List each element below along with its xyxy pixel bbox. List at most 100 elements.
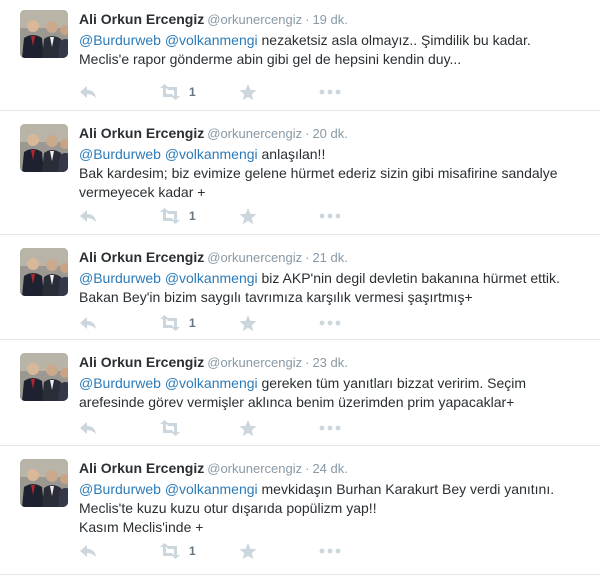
- tweet-timestamp[interactable]: 19 dk.: [312, 12, 347, 27]
- reply-button[interactable]: [79, 82, 97, 102]
- avatar[interactable]: [20, 10, 68, 58]
- tweet-header: Ali Orkun Ercengiz @orkunercengiz · 23 dk.: [79, 353, 348, 372]
- more-icon: [319, 320, 341, 326]
- tweet-timestamp[interactable]: 20 dk.: [312, 126, 347, 141]
- tweet[interactable]: Ali Orkun Ercengiz @orkunercengiz · 24 dk. …: [0, 449, 600, 575]
- author-username[interactable]: @orkunercengiz: [207, 461, 302, 476]
- tweet-actions: [79, 418, 379, 438]
- more-icon: [319, 89, 341, 95]
- author-fullname[interactable]: Ali Orkun Ercengiz: [79, 11, 204, 27]
- favorite-icon: [239, 83, 257, 101]
- tweet-header: Ali Orkun Ercengiz @orkunercengiz · 24 dk.: [79, 459, 348, 478]
- tweet-header: Ali Orkun Ercengiz @orkunercengiz · 19 dk.: [79, 10, 348, 29]
- author-username[interactable]: @orkunercengiz: [207, 355, 302, 370]
- favorite-button[interactable]: [239, 206, 257, 226]
- author-username[interactable]: @orkunercengiz: [207, 250, 302, 265]
- tweet-timestamp[interactable]: 24 dk.: [312, 461, 347, 476]
- author-fullname[interactable]: Ali Orkun Ercengiz: [79, 460, 204, 476]
- avatar[interactable]: [20, 124, 68, 172]
- author-username[interactable]: @orkunercengiz: [207, 126, 302, 141]
- tweet[interactable]: Ali Orkun Ercengiz @orkunercengiz · 21 dk. …: [0, 238, 600, 340]
- reply-icon: [79, 208, 97, 224]
- tweet-line: @Burdurweb @volkanmengi mevkidaşın Burha…: [79, 480, 584, 499]
- tweet-text: @Burdurweb @volkanmengi mevkidaşın Burha…: [79, 480, 584, 537]
- retweet-count: 1: [189, 85, 196, 99]
- mention-link[interactable]: @Burdurweb: [79, 375, 161, 391]
- tweet[interactable]: Ali Orkun Ercengiz @orkunercengiz · 23 dk. …: [0, 343, 600, 446]
- retweet-button[interactable]: 1: [159, 206, 196, 226]
- avatar[interactable]: [20, 459, 68, 507]
- mention-link[interactable]: @Burdurweb: [79, 32, 161, 48]
- favorite-button[interactable]: [239, 541, 257, 561]
- tweet-line: Bakan Bey'in bizim saygılı tavrımıza kar…: [79, 289, 473, 305]
- reply-button[interactable]: [79, 206, 97, 226]
- meta-separator: ·: [305, 355, 310, 370]
- retweet-button[interactable]: 1: [159, 82, 196, 102]
- reply-button[interactable]: [79, 418, 97, 438]
- retweet-count: 1: [189, 544, 196, 558]
- author-username[interactable]: @orkunercengiz: [207, 12, 302, 27]
- tweet-line-text: mevkidaşın Burhan Karakurt Bey verdi yan…: [257, 481, 555, 497]
- tweet-text: @Burdurweb @volkanmengi gereken tüm yanı…: [79, 374, 584, 412]
- tweet-line: Bak kardesim; biz evimize gelene hürmet …: [79, 165, 558, 181]
- mention-link[interactable]: @Burdurweb: [79, 270, 161, 286]
- mention-link[interactable]: @volkanmengi: [165, 375, 258, 391]
- retweet-count: 1: [189, 316, 196, 330]
- more-button[interactable]: [319, 541, 341, 561]
- author-fullname[interactable]: Ali Orkun Ercengiz: [79, 354, 204, 370]
- tweet[interactable]: Ali Orkun Ercengiz @orkunercengiz · 20 dk. …: [0, 114, 600, 235]
- retweet-icon: [159, 315, 181, 331]
- more-button[interactable]: [319, 418, 341, 438]
- tweet-text: @Burdurweb @volkanmengi anlaşılan!! Bak …: [79, 145, 584, 202]
- tweet-line-text: anlaşılan!!: [257, 146, 326, 162]
- mention-link[interactable]: @Burdurweb: [79, 481, 161, 497]
- mention-link[interactable]: @volkanmengi: [165, 481, 258, 497]
- tweet-text: @Burdurweb @volkanmengi biz AKP'nin degi…: [79, 269, 584, 307]
- tweet-line: @Burdurweb @volkanmengi gereken tüm yanı…: [79, 374, 584, 393]
- favorite-button[interactable]: [239, 418, 257, 438]
- more-button[interactable]: [319, 82, 341, 102]
- reply-icon: [79, 543, 97, 559]
- reply-button[interactable]: [79, 313, 97, 333]
- tweet-line: arefesinde görev vermişler aklınca benim…: [79, 394, 515, 410]
- more-icon: [319, 425, 341, 431]
- avatar[interactable]: [20, 353, 68, 401]
- tweet-actions: 1: [79, 313, 379, 333]
- retweet-button[interactable]: 1: [159, 541, 196, 561]
- favorite-button[interactable]: [239, 313, 257, 333]
- retweet-icon: [159, 84, 181, 100]
- tweet-actions: 1: [79, 206, 379, 226]
- retweet-button[interactable]: 1: [159, 313, 196, 333]
- tweet[interactable]: Ali Orkun Ercengiz @orkunercengiz · 19 dk. …: [0, 0, 600, 111]
- reply-icon: [79, 84, 97, 100]
- more-icon: [319, 548, 341, 554]
- retweet-icon: [159, 543, 181, 559]
- tweet-line-text: gereken tüm yanıtları bizzat veririm. Se…: [257, 375, 527, 391]
- tweet-line: @Burdurweb @volkanmengi biz AKP'nin degi…: [79, 269, 584, 288]
- author-fullname[interactable]: Ali Orkun Ercengiz: [79, 249, 204, 265]
- mention-link[interactable]: @Burdurweb: [79, 146, 161, 162]
- tweet-line-text: nezaketsiz asla olmayız.. Şimdilik bu ka…: [257, 32, 531, 48]
- tweet-timestamp[interactable]: 23 dk.: [312, 355, 347, 370]
- avatar[interactable]: [20, 248, 68, 296]
- retweet-button[interactable]: [159, 418, 189, 438]
- meta-separator: ·: [305, 250, 310, 265]
- tweet-line: Kasım Meclis'inde +: [79, 519, 204, 535]
- tweet-timestamp[interactable]: 21 dk.: [312, 250, 347, 265]
- favorite-icon: [239, 419, 257, 437]
- tweet-text: @Burdurweb @volkanmengi nezaketsiz asla …: [79, 31, 584, 69]
- mention-link[interactable]: @volkanmengi: [165, 32, 258, 48]
- mention-link[interactable]: @volkanmengi: [165, 270, 258, 286]
- retweet-icon: [159, 420, 181, 436]
- favorite-button[interactable]: [239, 82, 257, 102]
- author-fullname[interactable]: Ali Orkun Ercengiz: [79, 125, 204, 141]
- tweet-line: @Burdurweb @volkanmengi nezaketsiz asla …: [79, 31, 584, 50]
- more-button[interactable]: [319, 206, 341, 226]
- meta-separator: ·: [305, 12, 310, 27]
- mention-link[interactable]: @volkanmengi: [165, 146, 258, 162]
- tweet-line: vermeyecek kadar +: [79, 184, 206, 200]
- meta-separator: ·: [305, 461, 310, 476]
- reply-button[interactable]: [79, 541, 97, 561]
- more-button[interactable]: [319, 313, 341, 333]
- tweet-line-text: biz AKP'nin degil devletin bakanına hürm…: [257, 270, 560, 286]
